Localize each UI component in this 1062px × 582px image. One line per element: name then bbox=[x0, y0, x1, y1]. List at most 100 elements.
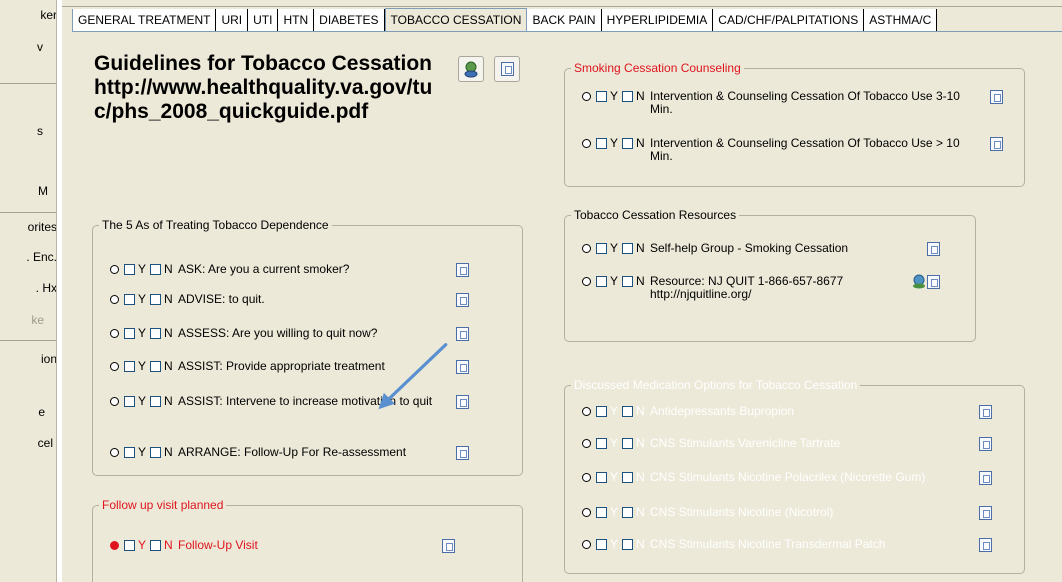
left-sidebar: ker v s M orites . Enc. . Hx ke ion e ce… bbox=[0, 0, 57, 582]
sidebar-divider bbox=[0, 212, 56, 213]
clear-radio[interactable] bbox=[582, 407, 591, 416]
yes-checkbox[interactable] bbox=[124, 447, 135, 458]
list-item: Y N Intervention & Counseling Cessation … bbox=[582, 89, 1022, 117]
sidebar-divider bbox=[0, 340, 56, 341]
main-pane: GENERAL TREATMENT URI UTI HTN DIABETES T… bbox=[61, 0, 1062, 582]
list-item: Y N ASSIST: Provide appropriate treatmen… bbox=[110, 359, 520, 375]
clear-radio[interactable] bbox=[582, 277, 591, 286]
item-label: CNS Stimulants Nicotine Transdermal Patc… bbox=[650, 537, 886, 551]
yes-checkbox[interactable] bbox=[124, 540, 135, 551]
list-item: Y N Antidepressants Bupropion bbox=[582, 404, 1022, 420]
note-icon[interactable] bbox=[456, 446, 469, 460]
clear-radio[interactable] bbox=[582, 508, 591, 517]
tab-uti[interactable]: UTI bbox=[248, 9, 279, 31]
tab-tobacco-cessation[interactable]: TOBACCO CESSATION bbox=[384, 8, 528, 32]
tab-diabetes[interactable]: DIABETES bbox=[314, 9, 385, 31]
clear-radio[interactable] bbox=[582, 92, 591, 101]
clear-radio[interactable] bbox=[110, 397, 119, 406]
note-icon[interactable] bbox=[979, 506, 992, 520]
yes-label: Y bbox=[610, 436, 619, 450]
no-checkbox bbox=[622, 507, 633, 518]
globe-icon[interactable] bbox=[912, 274, 926, 289]
clear-radio[interactable] bbox=[582, 439, 591, 448]
selected-radio[interactable] bbox=[110, 541, 119, 550]
web-link-button[interactable] bbox=[458, 56, 484, 82]
no-checkbox[interactable] bbox=[150, 264, 161, 275]
clear-radio[interactable] bbox=[582, 473, 591, 482]
note-icon[interactable] bbox=[456, 395, 469, 409]
note-icon[interactable] bbox=[990, 90, 1003, 104]
tab-hyperlipidemia[interactable]: HYPERLIPIDEMIA bbox=[601, 9, 714, 31]
note-icon[interactable] bbox=[979, 405, 992, 419]
tab-back-pain[interactable]: BACK PAIN bbox=[527, 9, 602, 31]
no-checkbox[interactable] bbox=[622, 243, 633, 254]
no-checkbox[interactable] bbox=[150, 396, 161, 407]
note-icon[interactable] bbox=[456, 360, 469, 374]
clear-radio[interactable] bbox=[110, 329, 119, 338]
no-checkbox[interactable] bbox=[150, 447, 161, 458]
no-checkbox[interactable] bbox=[150, 540, 161, 551]
no-checkbox[interactable] bbox=[622, 138, 633, 149]
clear-radio[interactable] bbox=[110, 295, 119, 304]
no-checkbox[interactable] bbox=[150, 294, 161, 305]
five-as-legend: The 5 As of Treating Tobacco Dependence bbox=[102, 218, 329, 232]
item-label: CNS Stimulants Varenicline Tartrate bbox=[650, 436, 841, 450]
list-item: Y N CNS Stimulants Nicotine Polacrilex (… bbox=[582, 470, 1022, 486]
yes-label: Y bbox=[610, 274, 619, 288]
list-item: Y N ARRANGE: Follow-Up For Re-assessment bbox=[110, 445, 520, 461]
yes-checkbox[interactable] bbox=[596, 276, 607, 287]
no-checkbox[interactable] bbox=[622, 91, 633, 102]
yes-label: Y bbox=[138, 359, 147, 373]
note-icon[interactable] bbox=[927, 242, 940, 256]
tab-uri[interactable]: URI bbox=[216, 9, 249, 31]
yes-checkbox[interactable] bbox=[124, 264, 135, 275]
globe-person-icon bbox=[464, 61, 478, 78]
note-icon[interactable] bbox=[442, 539, 455, 553]
list-item: Y N CNS Stimulants Varenicline Tartrate bbox=[582, 436, 1022, 452]
clear-radio[interactable] bbox=[110, 448, 119, 457]
yes-checkbox[interactable] bbox=[596, 138, 607, 149]
note-icon[interactable] bbox=[927, 275, 940, 289]
no-checkbox[interactable] bbox=[622, 276, 633, 287]
yes-checkbox[interactable] bbox=[596, 243, 607, 254]
list-item: Y N ASSIST: Intervene to increase motiva… bbox=[110, 394, 520, 424]
tab-asthma[interactable]: ASTHMA/C bbox=[864, 9, 938, 31]
tab-general-treatment[interactable]: GENERAL TREATMENT bbox=[72, 9, 217, 31]
clear-radio[interactable] bbox=[582, 540, 591, 549]
yes-label: Y bbox=[610, 537, 619, 551]
note-icon[interactable] bbox=[979, 437, 992, 451]
note-icon[interactable] bbox=[979, 471, 992, 485]
no-label: N bbox=[636, 470, 645, 484]
yes-label: Y bbox=[610, 136, 619, 150]
note-icon[interactable] bbox=[456, 327, 469, 341]
note-icon[interactable] bbox=[456, 293, 469, 307]
yes-label: Y bbox=[138, 445, 147, 459]
no-checkbox[interactable] bbox=[150, 361, 161, 372]
yes-checkbox[interactable] bbox=[596, 91, 607, 102]
yes-checkbox[interactable] bbox=[124, 328, 135, 339]
no-label: N bbox=[636, 404, 645, 418]
tab-content: Guidelines for Tobacco Cessation http://… bbox=[62, 32, 1062, 582]
note-icon[interactable] bbox=[456, 263, 469, 277]
no-label: N bbox=[164, 538, 173, 552]
yes-label: Y bbox=[138, 292, 147, 306]
note-icon[interactable] bbox=[990, 137, 1003, 151]
clear-radio[interactable] bbox=[110, 362, 119, 371]
no-checkbox[interactable] bbox=[150, 328, 161, 339]
no-label: N bbox=[636, 436, 645, 450]
no-label: N bbox=[636, 89, 645, 103]
yes-checkbox[interactable] bbox=[124, 396, 135, 407]
note-button[interactable] bbox=[494, 56, 520, 82]
yes-checkbox[interactable] bbox=[124, 294, 135, 305]
clear-radio[interactable] bbox=[582, 244, 591, 253]
yes-checkbox[interactable] bbox=[124, 361, 135, 372]
tab-cad-chf-palpitations[interactable]: CAD/CHF/PALPITATIONS bbox=[713, 9, 865, 31]
tab-htn[interactable]: HTN bbox=[278, 9, 315, 31]
clear-radio[interactable] bbox=[582, 139, 591, 148]
yes-checkbox bbox=[596, 507, 607, 518]
clear-radio[interactable] bbox=[110, 265, 119, 274]
no-checkbox bbox=[622, 539, 633, 550]
item-label: ASK: Are you a current smoker? bbox=[178, 262, 350, 276]
note-icon[interactable] bbox=[979, 538, 992, 552]
no-label: N bbox=[164, 292, 173, 306]
